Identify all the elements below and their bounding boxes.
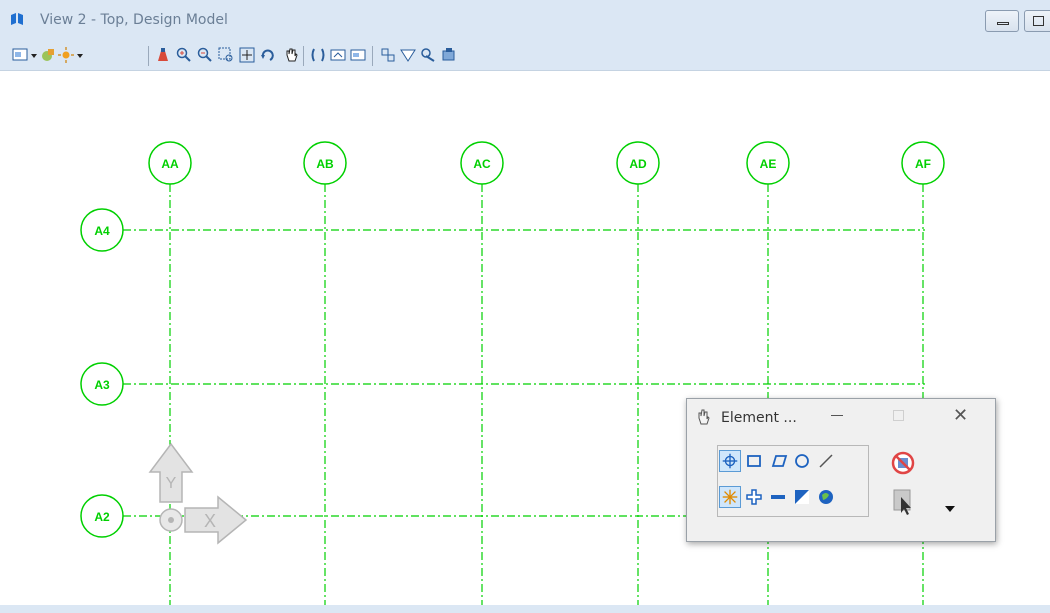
dialog-maximize-button[interactable] [893, 410, 904, 421]
grid-label-A3: A3 [94, 378, 110, 392]
dialog-minimize-button[interactable] [831, 415, 843, 416]
selection-mode-row [719, 483, 869, 513]
selection-method-row [719, 447, 869, 477]
y-axis-arrow-icon [148, 442, 194, 503]
grid-label-AD: AD [629, 157, 647, 171]
grid-label-AE: AE [760, 157, 777, 171]
grid-label-A2: A2 [94, 510, 110, 524]
invert-mode-icon[interactable] [791, 486, 813, 508]
element-selection-icon[interactable] [719, 450, 741, 472]
grid-label-AA: AA [161, 157, 179, 171]
shape-select-icon[interactable] [767, 450, 789, 472]
individual-mode-icon[interactable] [719, 486, 741, 508]
select-pointer-icon[interactable] [891, 487, 915, 517]
y-axis-label: Y [166, 475, 177, 492]
line-select-icon[interactable] [815, 450, 837, 472]
grid-label-AF: AF [915, 157, 931, 171]
subtract-mode-icon[interactable] [767, 486, 789, 508]
x-axis-label: X [204, 511, 216, 531]
element-selection-dialog: Element ... ✕ [686, 398, 996, 542]
add-mode-icon[interactable] [743, 486, 765, 508]
select-all-icon[interactable] [815, 486, 837, 508]
dialog-title: Element ... [721, 410, 797, 426]
circle-select-icon[interactable] [791, 450, 813, 472]
grid-label-AB: AB [316, 157, 334, 171]
dialog-close-button[interactable]: ✕ [953, 405, 968, 426]
view-axes-triad: Y X [148, 442, 248, 545]
view-window-bottom-border [0, 605, 1050, 613]
grid-label-A4: A4 [94, 224, 110, 238]
clear-selection-icon[interactable] [891, 451, 915, 475]
select-hand-icon [698, 409, 710, 425]
more-options-arrow-icon[interactable] [943, 503, 957, 515]
grid-label-AC: AC [473, 157, 491, 171]
rectangle-select-icon[interactable] [743, 450, 765, 472]
